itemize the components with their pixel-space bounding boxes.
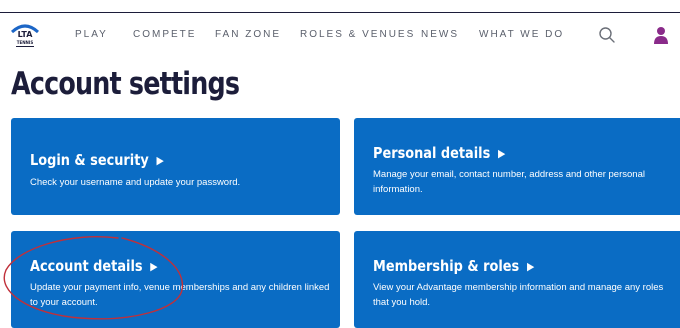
lta-logo[interactable]: LTA TENNIS [10, 22, 40, 48]
nav-fan-zone[interactable]: FAN ZONE [215, 29, 281, 40]
search-icon [599, 27, 615, 43]
card-membership-roles[interactable]: Membership & roles ▶ View your Advantage … [354, 231, 680, 328]
nav-what-we-do[interactable]: WHAT WE DO [479, 29, 564, 40]
top-border [0, 0, 680, 13]
user-account-button[interactable] [652, 25, 670, 45]
user-icon [654, 27, 668, 44]
arrow-right-icon: ▶ [498, 147, 506, 160]
nav-roles-venues[interactable]: ROLES & VENUES [300, 29, 415, 40]
nav-news[interactable]: NEWS [421, 29, 459, 40]
card-title-text: Personal details [373, 144, 491, 162]
page-title: Account settings [11, 66, 240, 102]
card-account-details[interactable]: Account details ▶ Update your payment inf… [11, 231, 340, 328]
lta-logo-icon: LTA TENNIS [10, 24, 40, 47]
card-title: Login & security ▶ [30, 151, 164, 169]
card-title: Membership & roles ▶ [373, 257, 534, 275]
card-personal-details[interactable]: Personal details ▶ Manage your email, con… [354, 118, 680, 215]
card-description: Update your payment info, venue membersh… [30, 282, 330, 308]
card-title-text: Membership & roles [373, 257, 520, 275]
arrow-right-icon: ▶ [156, 154, 164, 167]
card-title: Account details ▶ [30, 257, 158, 275]
arrow-right-icon: ▶ [526, 260, 535, 273]
card-title-text: Account details [30, 257, 143, 275]
card-description: Manage your email, contact number, addre… [373, 169, 645, 195]
logo-text: LTA [18, 30, 34, 39]
arrow-right-icon: ▶ [150, 260, 158, 273]
card-title: Personal details ▶ [373, 144, 505, 162]
card-description: View your Advantage membership informati… [373, 282, 664, 308]
nav-compete[interactable]: COMPETE [133, 29, 196, 40]
logo-subtext: TENNIS [17, 40, 34, 45]
nav-play[interactable]: PLAY [75, 29, 108, 40]
card-title-text: Login & security [30, 151, 149, 169]
card-login-security[interactable]: Login & security ▶ Check your username an… [11, 118, 340, 215]
card-description: Check your username and update your pass… [30, 177, 241, 188]
main-navigation: LTA TENNIS PLAY COMPETE FAN ZONE ROLES &… [0, 13, 680, 55]
search-button[interactable] [598, 26, 616, 44]
